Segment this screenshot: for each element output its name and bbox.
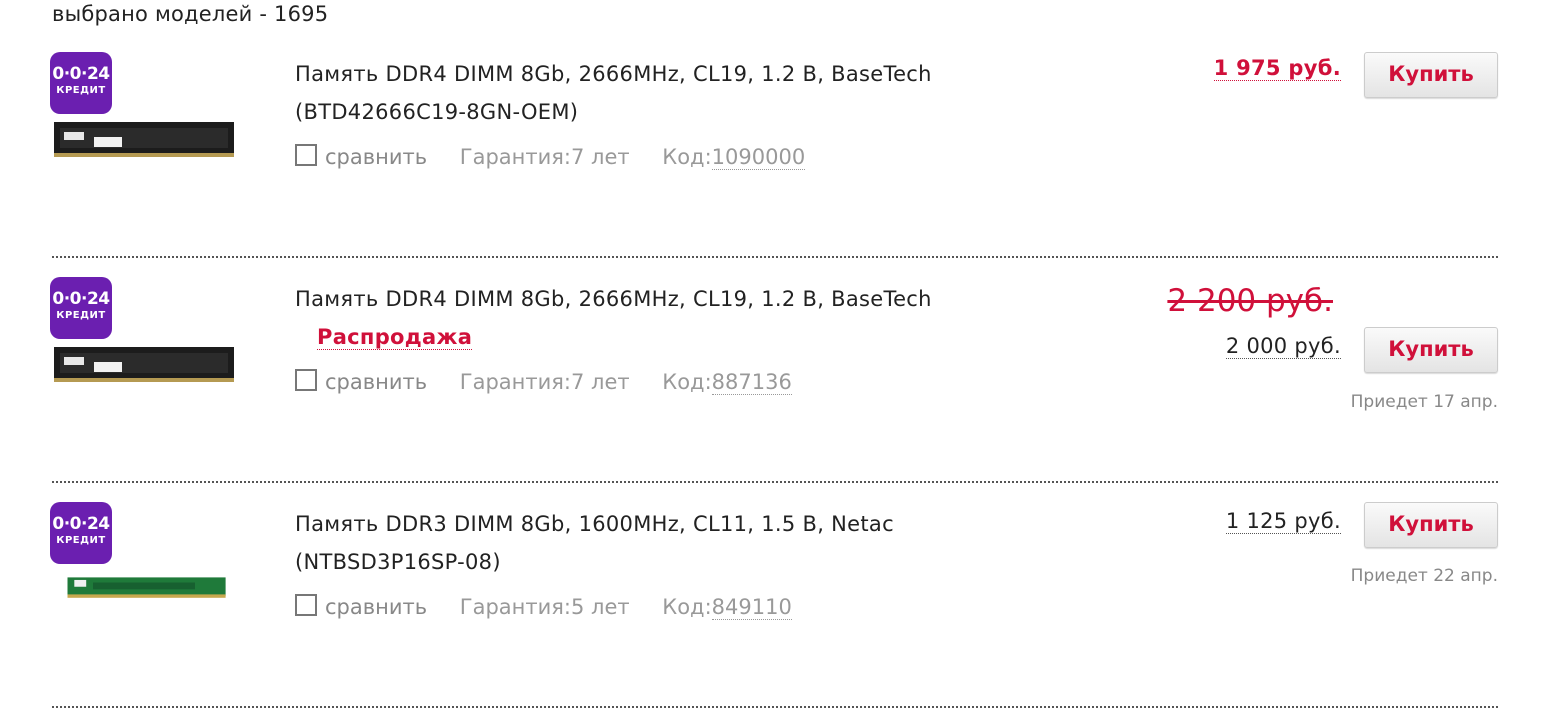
product-price[interactable]: 1 975 руб.: [1213, 56, 1341, 81]
ram-module-image[interactable]: [54, 120, 234, 160]
credit-badge[interactable]: 0·0·24 КРЕДИТ: [50, 52, 112, 114]
product-title[interactable]: Память DDR4 DIMM 8Gb, 2666MHz, CL19, 1.2…: [295, 280, 1055, 356]
compare-checkbox[interactable]: [295, 144, 317, 166]
ram-module-image[interactable]: [54, 574, 234, 608]
product-title-text[interactable]: Память DDR4 DIMM 8Gb, 2666MHz, CL19, 1.2…: [295, 62, 932, 124]
old-price: 2 200 руб.: [1167, 283, 1333, 319]
ram-module-image[interactable]: [54, 345, 234, 385]
product-title[interactable]: Память DDR3 DIMM 8Gb, 1600MHz, CL11, 1.5…: [295, 505, 1055, 581]
arrival-date: Приедет 17 апр.: [1350, 392, 1498, 412]
compare-checkbox[interactable]: [295, 369, 317, 391]
code-label: Код:: [662, 595, 712, 619]
credit-badge-rate: 0·0·24: [52, 289, 110, 309]
code-label: Код:: [662, 145, 712, 169]
product-title[interactable]: Память DDR4 DIMM 8Gb, 2666MHz, CL19, 1.2…: [295, 55, 1055, 131]
credit-badge-rate: 0·0·24: [52, 64, 110, 84]
buy-button[interactable]: Купить: [1364, 502, 1498, 548]
sale-badge[interactable]: Распродажа: [317, 325, 473, 350]
warranty: Гарантия:7 лет: [459, 370, 630, 394]
credit-badge[interactable]: 0·0·24 КРЕДИТ: [50, 277, 112, 339]
compare-label[interactable]: сравнить: [325, 595, 427, 619]
compare-label[interactable]: сравнить: [325, 145, 427, 169]
credit-badge-label: КРЕДИТ: [56, 85, 106, 96]
warranty: Гарантия:5 лет: [459, 595, 630, 619]
separator: [52, 706, 1498, 708]
arrival-date: Приедет 22 апр.: [1350, 566, 1498, 586]
warranty: Гарантия:7 лет: [459, 145, 630, 169]
product-item: 0·0·24 КРЕДИТ Память DDR4 DIMM 8Gb, 2666…: [50, 52, 1498, 277]
product-item: 0·0·24 КРЕДИТ Память DDR4 DIMM 8Gb, 2666…: [50, 277, 1498, 502]
product-code[interactable]: 1090000: [711, 145, 806, 170]
buy-button[interactable]: Купить: [1364, 52, 1498, 98]
separator: [52, 481, 1498, 483]
product-meta: сравнить Гарантия:7 лет Код:887136: [295, 369, 792, 395]
credit-badge-rate: 0·0·24: [52, 514, 110, 534]
product-title-text[interactable]: Память DDR4 DIMM 8Gb, 2666MHz, CL19, 1.2…: [295, 287, 932, 311]
credit-badge-label: КРЕДИТ: [56, 535, 106, 546]
product-code[interactable]: 849110: [711, 595, 792, 620]
credit-badge-label: КРЕДИТ: [56, 310, 106, 321]
product-code[interactable]: 887136: [711, 370, 792, 395]
separator: [52, 256, 1498, 258]
product-price[interactable]: 2 000 руб.: [1225, 334, 1341, 359]
product-item: 0·0·24 КРЕДИТ Память DDR3 DIMM 8Gb, 1600…: [50, 502, 1498, 727]
code-label: Код:: [662, 370, 712, 394]
product-title-text[interactable]: Память DDR3 DIMM 8Gb, 1600MHz, CL11, 1.5…: [295, 512, 894, 574]
models-count: выбрано моделей - 1695: [52, 2, 329, 26]
product-meta: сравнить Гарантия:5 лет Код:849110: [295, 594, 792, 620]
product-meta: сравнить Гарантия:7 лет Код:1090000: [295, 144, 806, 170]
product-price[interactable]: 1 125 руб.: [1225, 509, 1341, 534]
compare-label[interactable]: сравнить: [325, 370, 427, 394]
credit-badge[interactable]: 0·0·24 КРЕДИТ: [50, 502, 112, 564]
buy-button[interactable]: Купить: [1364, 327, 1498, 373]
compare-checkbox[interactable]: [295, 594, 317, 616]
